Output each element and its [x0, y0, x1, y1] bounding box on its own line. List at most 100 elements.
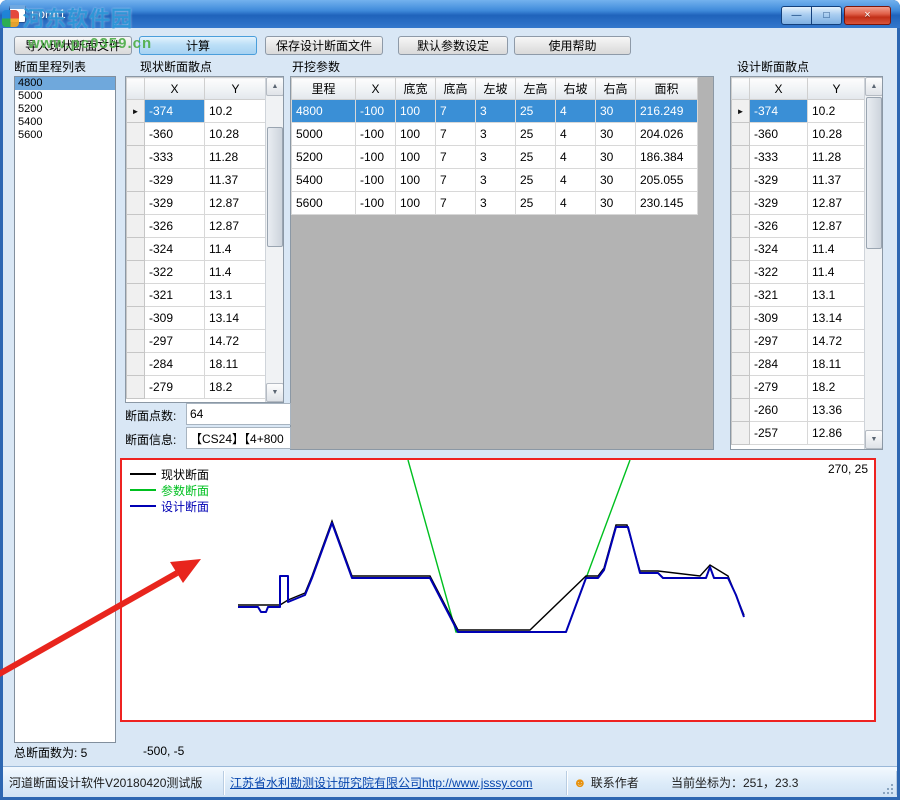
- cell[interactable]: 3: [476, 192, 516, 215]
- cell[interactable]: -329: [750, 169, 808, 192]
- table-row[interactable]: 5600-1001007325430230.145: [292, 192, 698, 215]
- cell[interactable]: -279: [750, 376, 808, 399]
- cell[interactable]: 25: [516, 100, 556, 123]
- column-header[interactable]: 面积: [636, 78, 698, 100]
- cell[interactable]: 30: [596, 169, 636, 192]
- table-row[interactable]: -27918.2: [127, 376, 267, 399]
- calculate-button[interactable]: 计算: [139, 36, 257, 55]
- cell[interactable]: 230.145: [636, 192, 698, 215]
- scroll-down-icon[interactable]: ▼: [865, 430, 883, 449]
- cell[interactable]: -297: [145, 330, 205, 353]
- column-header[interactable]: 底宽: [396, 78, 436, 100]
- cell[interactable]: -329: [145, 192, 205, 215]
- table-row[interactable]: ►-37410.2: [127, 100, 267, 123]
- row-header[interactable]: [732, 376, 750, 399]
- column-header[interactable]: 右高: [596, 78, 636, 100]
- cell[interactable]: 11.4: [808, 238, 866, 261]
- cell[interactable]: 4800: [292, 100, 356, 123]
- row-header[interactable]: [127, 238, 145, 261]
- row-header[interactable]: [127, 376, 145, 399]
- cell[interactable]: -100: [356, 123, 396, 146]
- mileage-listbox[interactable]: 48005000520054005600: [14, 76, 116, 743]
- cell[interactable]: -324: [750, 238, 808, 261]
- cell[interactable]: 3: [476, 146, 516, 169]
- points-count-input[interactable]: [186, 403, 291, 425]
- default-params-button[interactable]: 默认参数设定: [398, 36, 508, 55]
- cell[interactable]: 11.37: [205, 169, 267, 192]
- table-row[interactable]: -32211.4: [732, 261, 866, 284]
- cell[interactable]: 14.72: [205, 330, 267, 353]
- mileage-list-item[interactable]: 5400: [15, 116, 115, 129]
- cell[interactable]: 100: [396, 100, 436, 123]
- scroll-down-icon[interactable]: ▼: [266, 383, 284, 402]
- excavation-grid[interactable]: 里程X底宽底高左坡左高右坡右高面积4800-1001007325430216.2…: [290, 76, 714, 450]
- cell[interactable]: 7: [436, 146, 476, 169]
- titlebar[interactable]: Form1 — □ ×: [0, 0, 900, 28]
- cell[interactable]: 30: [596, 146, 636, 169]
- cell[interactable]: 4: [556, 192, 596, 215]
- cell[interactable]: 11.28: [808, 146, 866, 169]
- row-header[interactable]: [127, 307, 145, 330]
- table-row[interactable]: -33311.28: [732, 146, 866, 169]
- row-header[interactable]: [732, 422, 750, 445]
- cell[interactable]: -322: [145, 261, 205, 284]
- cell[interactable]: -100: [356, 146, 396, 169]
- table-row[interactable]: -32612.87: [732, 215, 866, 238]
- cell[interactable]: 13.14: [205, 307, 267, 330]
- close-icon[interactable]: ×: [844, 6, 891, 25]
- cell[interactable]: 204.026: [636, 123, 698, 146]
- design-points-scrollbar[interactable]: ▲ ▼: [864, 77, 882, 449]
- scroll-thumb[interactable]: [267, 127, 283, 247]
- table-row[interactable]: -36010.28: [732, 123, 866, 146]
- cell[interactable]: 100: [396, 146, 436, 169]
- table-row[interactable]: -32911.37: [732, 169, 866, 192]
- cell[interactable]: -326: [145, 215, 205, 238]
- row-header[interactable]: [732, 169, 750, 192]
- cell[interactable]: 3: [476, 123, 516, 146]
- current-points-scrollbar[interactable]: ▲ ▼: [265, 77, 283, 402]
- row-header[interactable]: ►: [732, 100, 750, 123]
- cell[interactable]: -324: [145, 238, 205, 261]
- cell[interactable]: 18.11: [205, 353, 267, 376]
- cell[interactable]: -322: [750, 261, 808, 284]
- cell[interactable]: -329: [145, 169, 205, 192]
- chart-area[interactable]: 现状断面参数断面设计断面 270, 25: [120, 458, 876, 722]
- maximize-icon[interactable]: □: [812, 6, 842, 25]
- table-row[interactable]: -32411.4: [127, 238, 267, 261]
- cell[interactable]: 30: [596, 192, 636, 215]
- cell[interactable]: 30: [596, 100, 636, 123]
- row-header[interactable]: [127, 169, 145, 192]
- table-row[interactable]: 5000-1001007325430204.026: [292, 123, 698, 146]
- cell[interactable]: -333: [750, 146, 808, 169]
- cell[interactable]: 10.28: [808, 123, 866, 146]
- column-header[interactable]: X: [356, 78, 396, 100]
- cell[interactable]: -100: [356, 192, 396, 215]
- table-row[interactable]: 5200-1001007325430186.384: [292, 146, 698, 169]
- cell[interactable]: 13.1: [808, 284, 866, 307]
- row-header[interactable]: [127, 284, 145, 307]
- column-header[interactable]: 底高: [436, 78, 476, 100]
- table-row[interactable]: -26013.36: [732, 399, 866, 422]
- column-header[interactable]: X: [145, 78, 205, 100]
- table-row[interactable]: -32211.4: [127, 261, 267, 284]
- row-header[interactable]: ►: [127, 100, 145, 123]
- table-row[interactable]: -32912.87: [732, 192, 866, 215]
- resize-grip[interactable]: [880, 781, 893, 794]
- cell[interactable]: 25: [516, 169, 556, 192]
- cell[interactable]: 30: [596, 123, 636, 146]
- cell[interactable]: 25: [516, 146, 556, 169]
- row-header[interactable]: [732, 330, 750, 353]
- column-header[interactable]: Y: [205, 78, 267, 100]
- row-header[interactable]: [732, 284, 750, 307]
- cell[interactable]: 13.1: [205, 284, 267, 307]
- scroll-thumb[interactable]: [866, 97, 882, 249]
- table-row[interactable]: -27918.2: [732, 376, 866, 399]
- table-row[interactable]: -30913.14: [127, 307, 267, 330]
- cell[interactable]: -374: [145, 100, 205, 123]
- column-header[interactable]: 里程: [292, 78, 356, 100]
- row-header[interactable]: [127, 353, 145, 376]
- cell[interactable]: -297: [750, 330, 808, 353]
- row-header[interactable]: [732, 123, 750, 146]
- cell[interactable]: 4: [556, 123, 596, 146]
- cell[interactable]: 12.87: [205, 215, 267, 238]
